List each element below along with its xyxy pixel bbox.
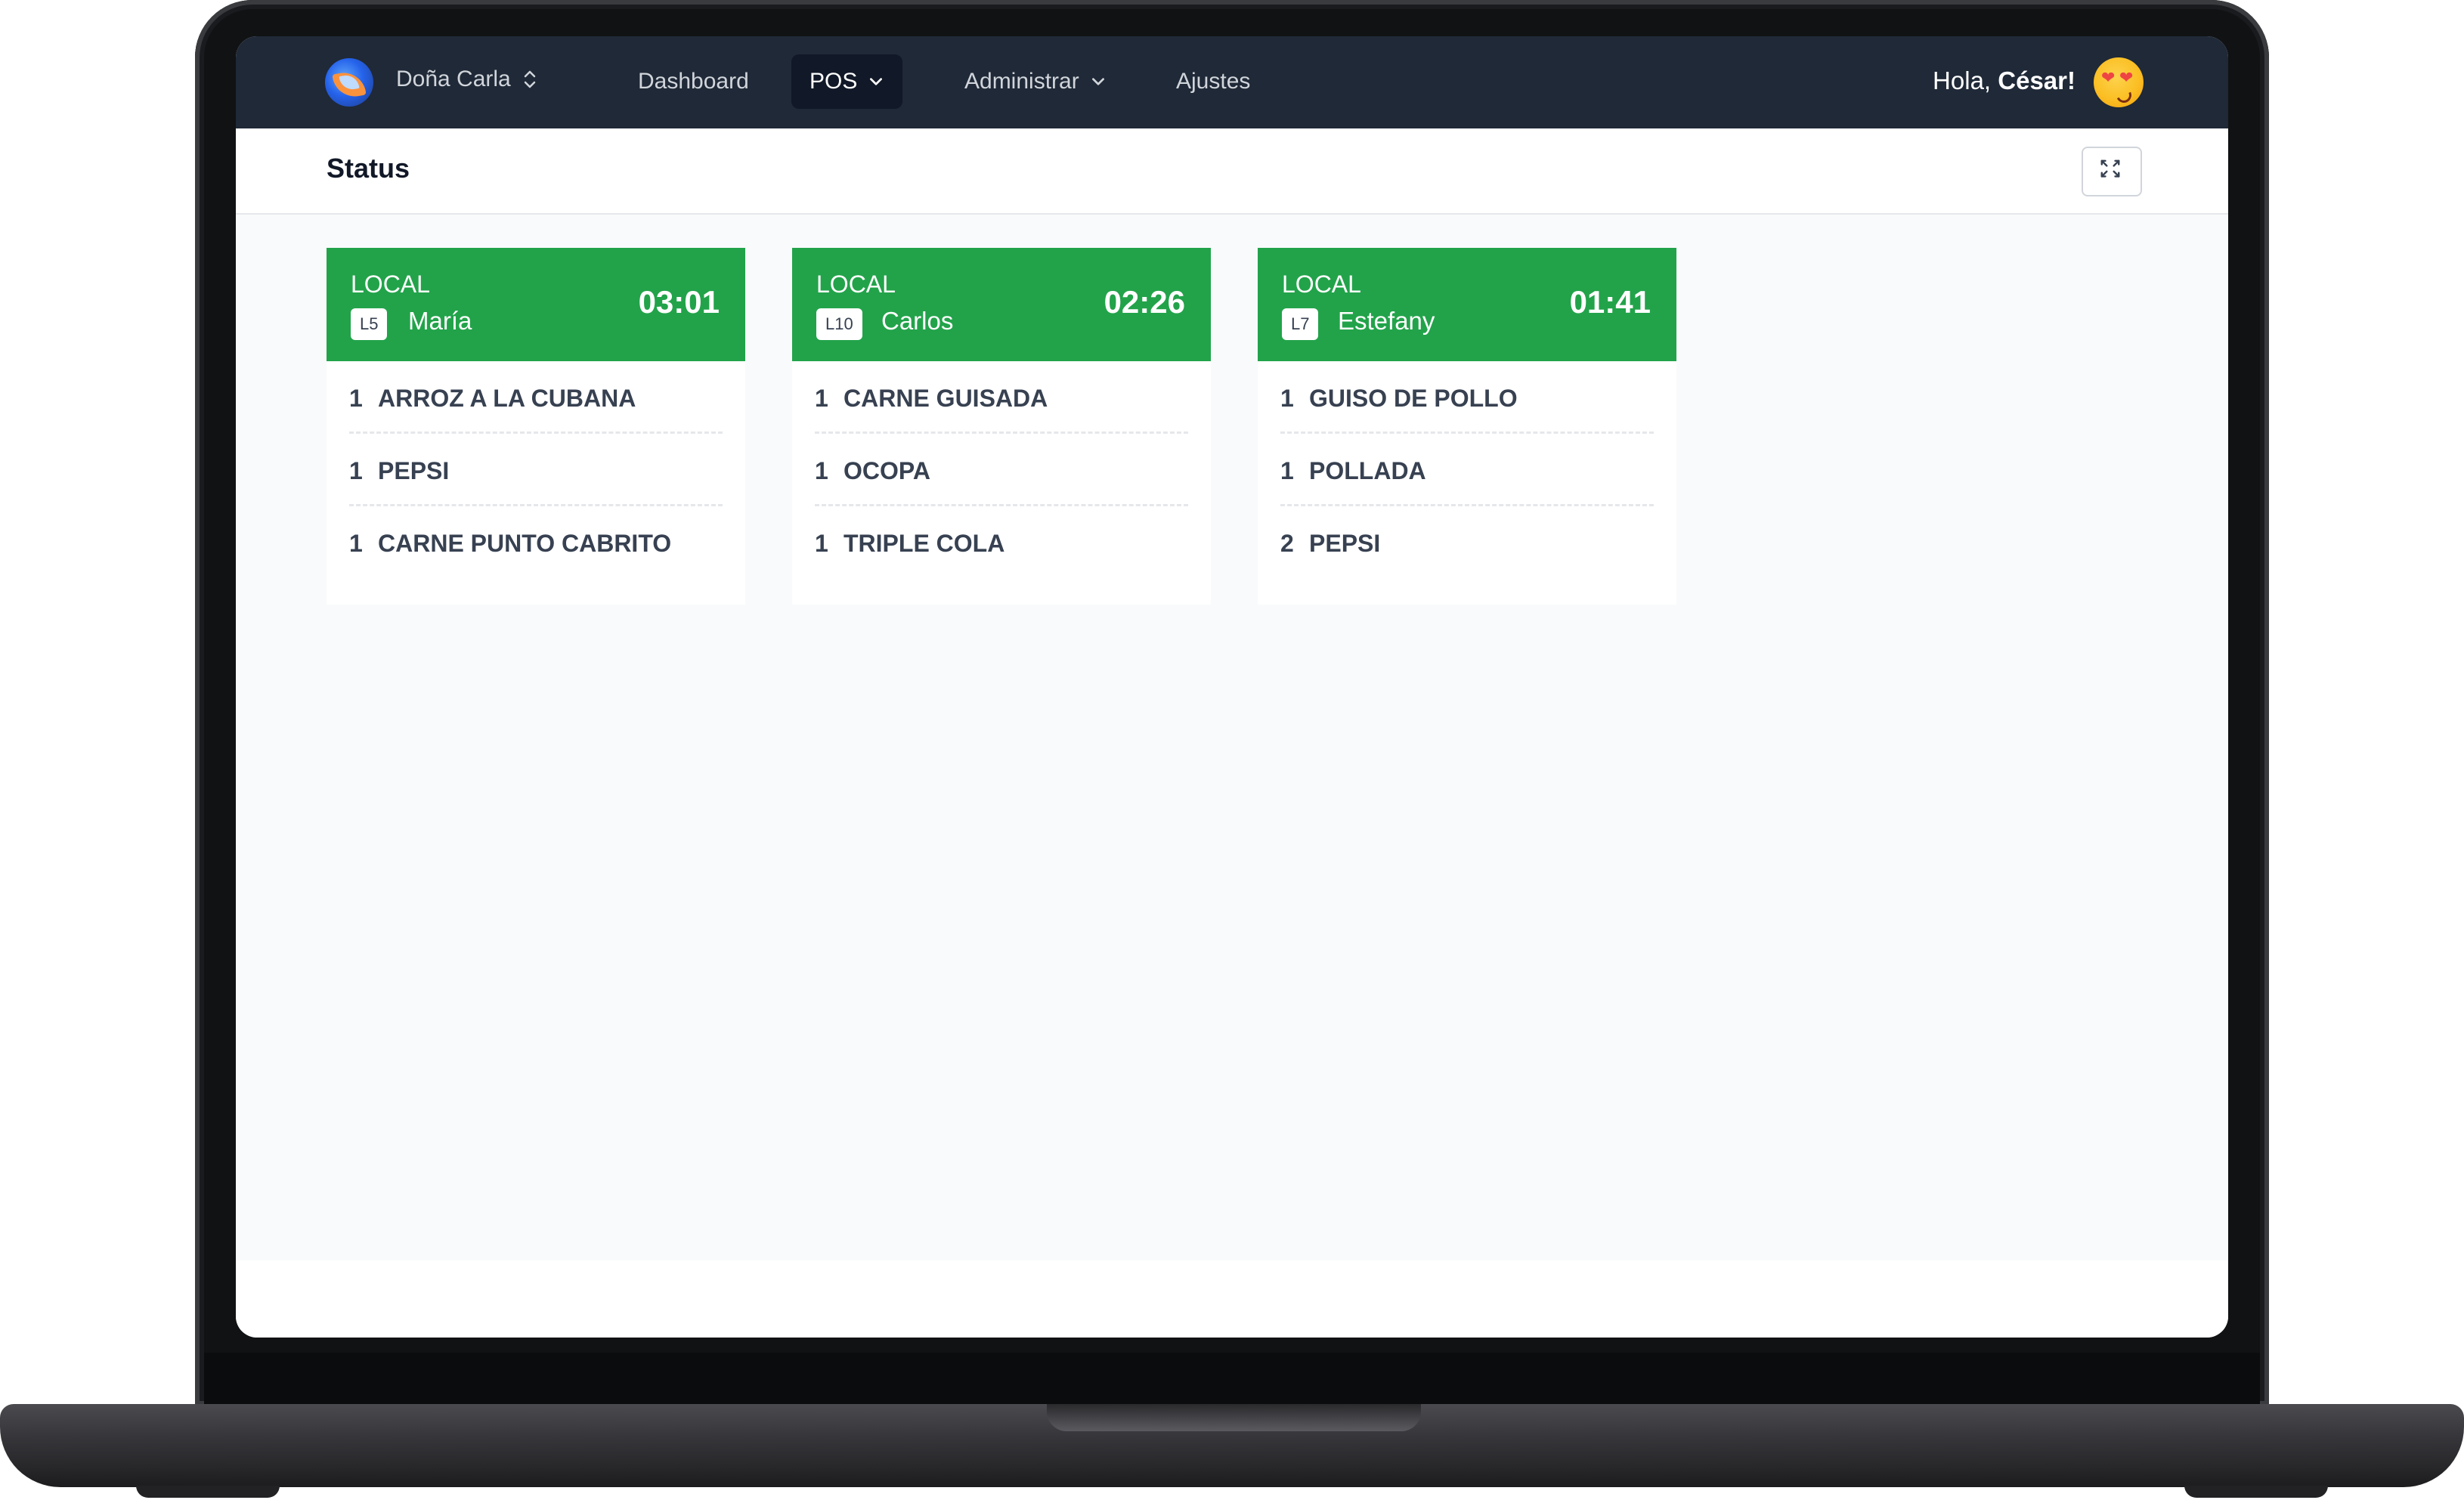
page-header: Status (236, 128, 2228, 215)
app-screen: Doña Carla Dashboard POS Administrar Aju… (236, 36, 2228, 1338)
item-name: OCOPA (844, 457, 930, 484)
order-card[interactable]: LOCAL L10 Carlos 02:26 1 CARNE GUISADA 1O… (792, 248, 1211, 605)
item-name: CARNE GUISADA (844, 385, 1048, 412)
waiter-name: Estefany (1338, 307, 1435, 335)
order-items-list: 1 GUISO DE POLLO 1 POLLADA 2 PEPSI (1280, 361, 1654, 579)
list-item: 2 PEPSI (1280, 506, 1654, 579)
item-qty: 2 (1280, 530, 1294, 557)
order-type: LOCAL (351, 271, 430, 298)
laptop-base-notch (1047, 1404, 1421, 1431)
order-timer: 01:41 (1569, 284, 1651, 320)
business-name: Doña Carla (396, 66, 511, 91)
list-item: 1 OCOPA (815, 434, 1188, 506)
item-name: PEPSI (1309, 530, 1381, 557)
nav-pos-label: POS (809, 69, 858, 94)
item-qty: 1 (349, 530, 363, 557)
order-card-header: LOCAL L10 Carlos 02:26 (792, 248, 1211, 361)
list-item: 1 CARNE PUNTO CABRITO (349, 506, 723, 579)
item-qty: 1 (815, 457, 828, 484)
order-items-list: 1 CARNE GUISADA 1 OCOPA 1 TRIPLE COLA (815, 361, 1188, 579)
nav-dashboard-label: Dashboard (638, 69, 749, 94)
list-item: 1 GUISO DE POLLO (1280, 361, 1654, 434)
page-title: Status (327, 153, 410, 184)
laptop-foot-left (136, 1486, 280, 1498)
item-qty: 1 (349, 457, 363, 484)
nav-ajustes-label: Ajustes (1176, 69, 1251, 94)
item-name: PEPSI (378, 457, 450, 484)
order-type: LOCAL (816, 271, 896, 298)
greeting-prefix: Hola, (1933, 66, 1992, 94)
order-type: LOCAL (1282, 271, 1361, 298)
order-items-list: 1 ARROZ A LA CUBANA 1 PEPSI 1 CARNE PUNTO C… (349, 361, 723, 579)
item-name: ARROZ A LA CUBANA (378, 385, 636, 412)
expand-icon (2100, 159, 2120, 178)
nav-ajustes[interactable]: Ajustes (1158, 54, 1268, 109)
table-badge: L10 (816, 308, 862, 340)
order-timer: 03:01 (638, 284, 720, 320)
table-badge: L7 (1282, 308, 1319, 340)
business-switcher[interactable]: Doña Carla (396, 66, 538, 92)
item-name: TRIPLE COLA (844, 530, 1005, 557)
order-card-header: LOCAL L7 Estefany 01:41 (1258, 248, 1676, 361)
chevron-down-icon (1091, 78, 1104, 85)
item-qty: 1 (815, 385, 828, 412)
item-name: POLLADA (1309, 457, 1426, 484)
orders-board: LOCAL L5 María 03:01 1 ARROZ A LA CUBANA … (236, 215, 2228, 1260)
chevron-up-down-icon (524, 70, 535, 88)
item-name: GUISO DE POLLO (1309, 385, 1518, 412)
order-timer: 02:26 (1104, 284, 1185, 320)
list-item: 1 TRIPLE COLA (815, 506, 1188, 579)
nav-pos[interactable]: POS (791, 54, 903, 109)
waiter-name: María (408, 307, 472, 335)
nav-administrar-label: Administrar (964, 69, 1079, 94)
item-qty: 1 (349, 385, 363, 412)
laptop-chin (204, 1353, 2260, 1406)
user-avatar-heart-eyes-emoji-icon[interactable]: ❤ ❤ (2094, 57, 2144, 107)
list-item: 1 POLLADA (1280, 434, 1654, 506)
top-navbar: Doña Carla Dashboard POS Administrar Aju… (236, 36, 2228, 128)
order-card[interactable]: LOCAL L5 María 03:01 1 ARROZ A LA CUBANA … (327, 248, 745, 605)
page-footer (236, 1260, 2228, 1338)
nav-dashboard[interactable]: Dashboard (620, 54, 767, 109)
item-name: CARNE PUNTO CABRITO (378, 530, 672, 557)
fullscreen-button[interactable] (2082, 147, 2142, 196)
brand-logo-icon[interactable] (325, 58, 373, 107)
user-greeting: Hola, César! (1933, 66, 2076, 95)
order-card[interactable]: LOCAL L7 Estefany 01:41 1 GUISO DE POLLO … (1258, 248, 1676, 605)
order-card-header: LOCAL L5 María 03:01 (327, 248, 745, 361)
chevron-down-icon (870, 78, 883, 85)
item-qty: 1 (1280, 457, 1294, 484)
laptop-foot-right (2184, 1486, 2328, 1498)
table-badge: L5 (351, 308, 388, 340)
list-item: 1 ARROZ A LA CUBANA (349, 361, 723, 434)
user-name: César! (1998, 66, 2076, 94)
waiter-name: Carlos (881, 307, 954, 335)
nav-administrar[interactable]: Administrar (946, 54, 1125, 109)
item-qty: 1 (815, 530, 828, 557)
item-qty: 1 (1280, 385, 1294, 412)
list-item: 1 CARNE GUISADA (815, 361, 1188, 434)
list-item: 1 PEPSI (349, 434, 723, 506)
